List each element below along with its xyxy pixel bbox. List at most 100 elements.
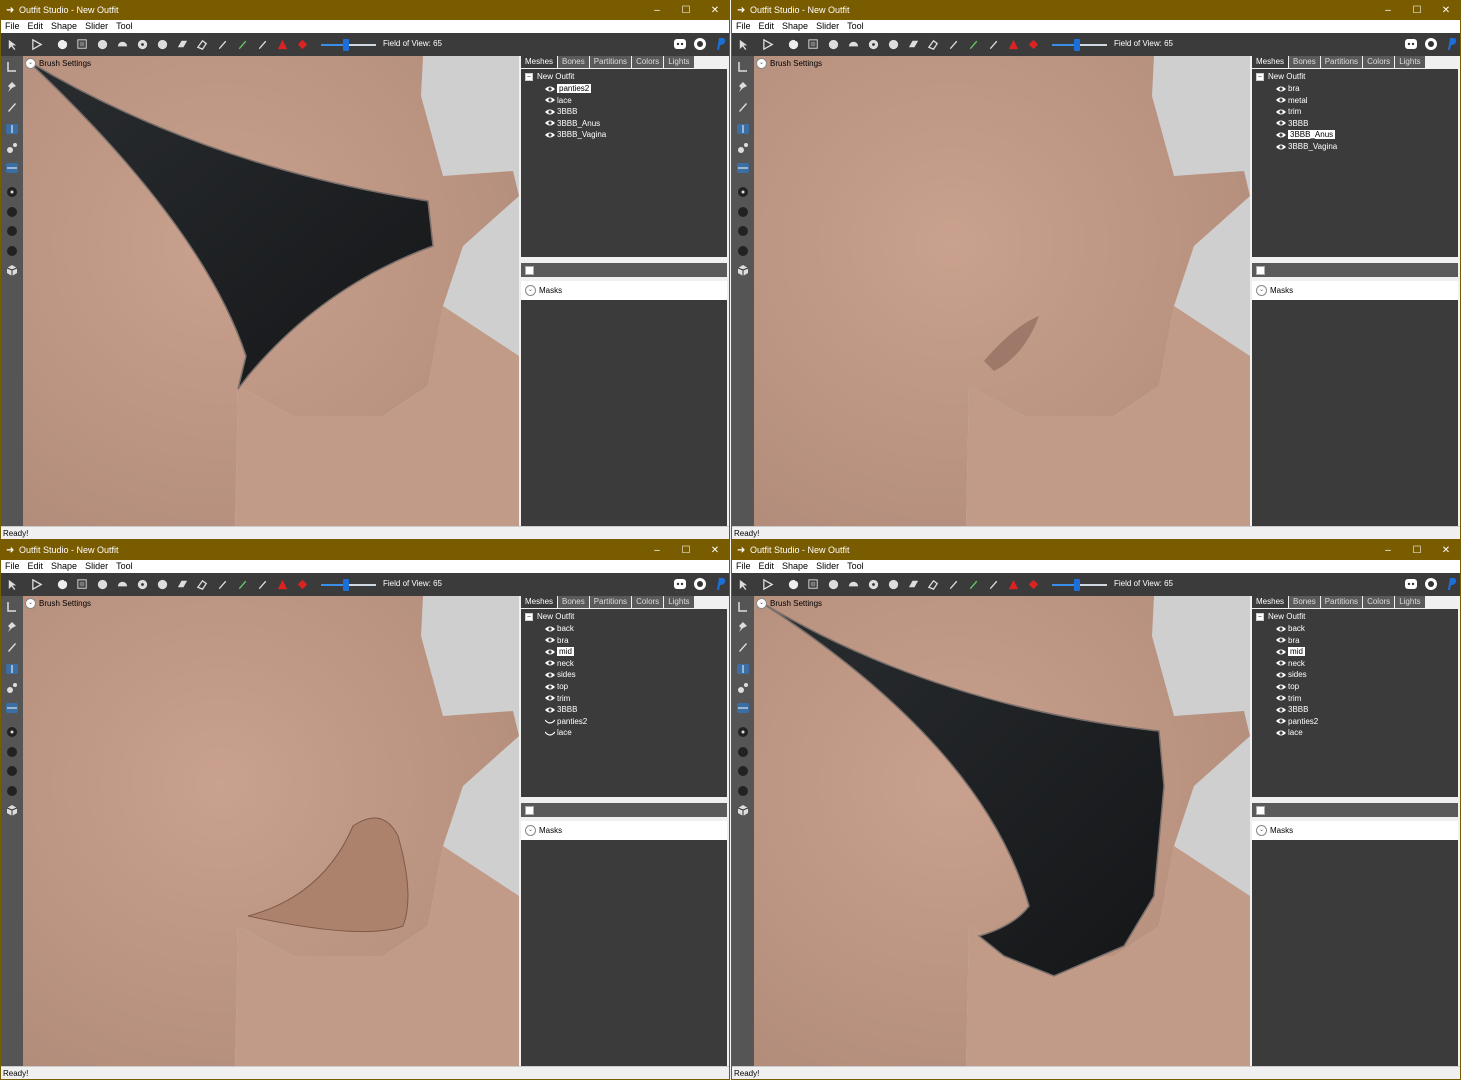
- maximize-button[interactable]: ☐: [1403, 543, 1431, 558]
- mesh-item[interactable]: bra: [545, 635, 569, 646]
- eye-icon[interactable]: [545, 636, 555, 644]
- dot-soft-icon[interactable]: [4, 243, 20, 259]
- 3d-scene[interactable]: [23, 56, 519, 526]
- smooth-icon[interactable]: [155, 577, 170, 592]
- menu-slider[interactable]: Slider: [81, 20, 112, 33]
- eye-closed-icon[interactable]: [544, 717, 556, 725]
- menu-edit[interactable]: Edit: [755, 560, 779, 573]
- select-all-checkbox[interactable]: [525, 266, 534, 275]
- mesh-item[interactable]: sides: [1276, 669, 1307, 680]
- eye-icon[interactable]: [1276, 683, 1286, 691]
- github-icon[interactable]: [693, 577, 707, 591]
- menu-tool[interactable]: Tool: [843, 20, 868, 33]
- smooth-icon[interactable]: [155, 37, 170, 52]
- tab-partitions[interactable]: Partitions: [1320, 56, 1363, 68]
- cube-icon[interactable]: [735, 802, 751, 818]
- menu-slider[interactable]: Slider: [812, 560, 843, 573]
- fov-slider[interactable]: [1052, 579, 1107, 591]
- color-icon[interactable]: [255, 37, 270, 52]
- pencil-icon[interactable]: [735, 99, 751, 115]
- select-all-checkbox[interactable]: [1256, 266, 1265, 275]
- mirror-z-icon[interactable]: [735, 160, 751, 176]
- tab-meshes[interactable]: Meshes: [521, 56, 558, 68]
- mesh-item[interactable]: metal: [1276, 95, 1308, 106]
- fov-slider[interactable]: [1052, 39, 1107, 51]
- eye-icon[interactable]: [545, 108, 555, 116]
- fov-slider[interactable]: [321, 39, 376, 51]
- 3d-viewport[interactable]: ⌄ Brush Settings: [754, 56, 1250, 526]
- cube-icon[interactable]: [735, 262, 751, 278]
- mesh-item[interactable]: 3BBB_Anus: [1276, 129, 1336, 140]
- pin-icon[interactable]: [735, 619, 751, 635]
- fov-slider-thumb[interactable]: [1073, 39, 1080, 51]
- mesh-item[interactable]: trim: [1276, 693, 1301, 704]
- weight-icon[interactable]: [966, 577, 981, 592]
- collapse-icon[interactable]: –: [1256, 72, 1264, 81]
- 3d-viewport[interactable]: ⌄ Brush Settings: [754, 596, 1250, 1066]
- color-icon[interactable]: [986, 577, 1001, 592]
- dot-medium-icon[interactable]: [4, 223, 20, 239]
- mesh-item[interactable]: sides: [545, 669, 576, 680]
- 3d-viewport[interactable]: ⌄ Brush Settings: [23, 596, 519, 1066]
- tab-meshes[interactable]: Meshes: [1252, 596, 1289, 608]
- dot-large-icon[interactable]: [4, 204, 20, 220]
- mesh-item[interactable]: lace: [545, 95, 572, 106]
- mirror-z-icon[interactable]: [4, 160, 20, 176]
- brush-icon[interactable]: [786, 577, 801, 592]
- deflate-icon[interactable]: [846, 37, 861, 52]
- brush-icon[interactable]: [55, 37, 70, 52]
- eye-icon[interactable]: [1276, 706, 1286, 714]
- mirror-y-icon[interactable]: [4, 680, 20, 696]
- collapse-icon[interactable]: [1026, 37, 1041, 52]
- tree-root[interactable]: – New Outfit: [525, 72, 574, 81]
- cube-icon[interactable]: [4, 262, 20, 278]
- eye-icon[interactable]: [1276, 143, 1286, 151]
- pencil-icon[interactable]: [4, 639, 20, 655]
- mesh-item[interactable]: 3BBB: [1276, 704, 1308, 715]
- mirror-y-icon[interactable]: [735, 680, 751, 696]
- mesh-item[interactable]: 3BBB_Vagina: [1276, 141, 1337, 152]
- mesh-item[interactable]: bra: [1276, 83, 1300, 94]
- cube-icon[interactable]: [4, 802, 20, 818]
- fov-slider-thumb[interactable]: [342, 579, 349, 591]
- pencil-icon[interactable]: [4, 99, 20, 115]
- dot-medium-icon[interactable]: [735, 223, 751, 239]
- smooth-icon[interactable]: [886, 37, 901, 52]
- pen-icon[interactable]: [946, 577, 961, 592]
- l-tool-icon[interactable]: [735, 59, 751, 75]
- alpha-icon[interactable]: [275, 577, 290, 592]
- tree-root[interactable]: – New Outfit: [1256, 612, 1305, 621]
- brush-settings-toggle[interactable]: ⌄ Brush Settings: [756, 58, 822, 69]
- dot-large-icon[interactable]: [735, 744, 751, 760]
- mesh-item[interactable]: neck: [1276, 658, 1305, 669]
- tree-root[interactable]: – New Outfit: [1256, 72, 1305, 81]
- collapse-icon[interactable]: –: [1256, 612, 1264, 621]
- eye-icon[interactable]: [545, 648, 555, 656]
- undiff-icon[interactable]: [175, 37, 190, 52]
- mirror-y-icon[interactable]: [4, 140, 20, 156]
- mask-icon[interactable]: [806, 577, 821, 592]
- tab-bones[interactable]: Bones: [558, 56, 589, 68]
- move-icon[interactable]: [866, 37, 881, 52]
- color-icon[interactable]: [986, 37, 1001, 52]
- 3d-scene[interactable]: [23, 596, 519, 1066]
- dot-small-icon[interactable]: [4, 184, 20, 200]
- weight-icon[interactable]: [235, 37, 250, 52]
- alpha-icon[interactable]: [275, 37, 290, 52]
- github-icon[interactable]: [1424, 577, 1438, 591]
- mask-icon[interactable]: [75, 37, 90, 52]
- mask-icon[interactable]: [75, 577, 90, 592]
- tab-colors[interactable]: Colors: [1363, 596, 1395, 608]
- transform-icon[interactable]: [30, 37, 45, 52]
- mesh-item[interactable]: lace: [544, 727, 572, 738]
- minimize-button[interactable]: –: [1374, 543, 1402, 558]
- discord-icon[interactable]: [1404, 37, 1418, 51]
- tree-root[interactable]: – New Outfit: [525, 612, 574, 621]
- mirror-x-icon[interactable]: [735, 661, 751, 677]
- dot-large-icon[interactable]: [4, 744, 20, 760]
- eraser-icon[interactable]: [926, 37, 941, 52]
- tab-partitions[interactable]: Partitions: [589, 56, 632, 68]
- tab-colors[interactable]: Colors: [632, 56, 664, 68]
- minimize-button[interactable]: –: [643, 3, 671, 18]
- paypal-icon[interactable]: [713, 577, 727, 591]
